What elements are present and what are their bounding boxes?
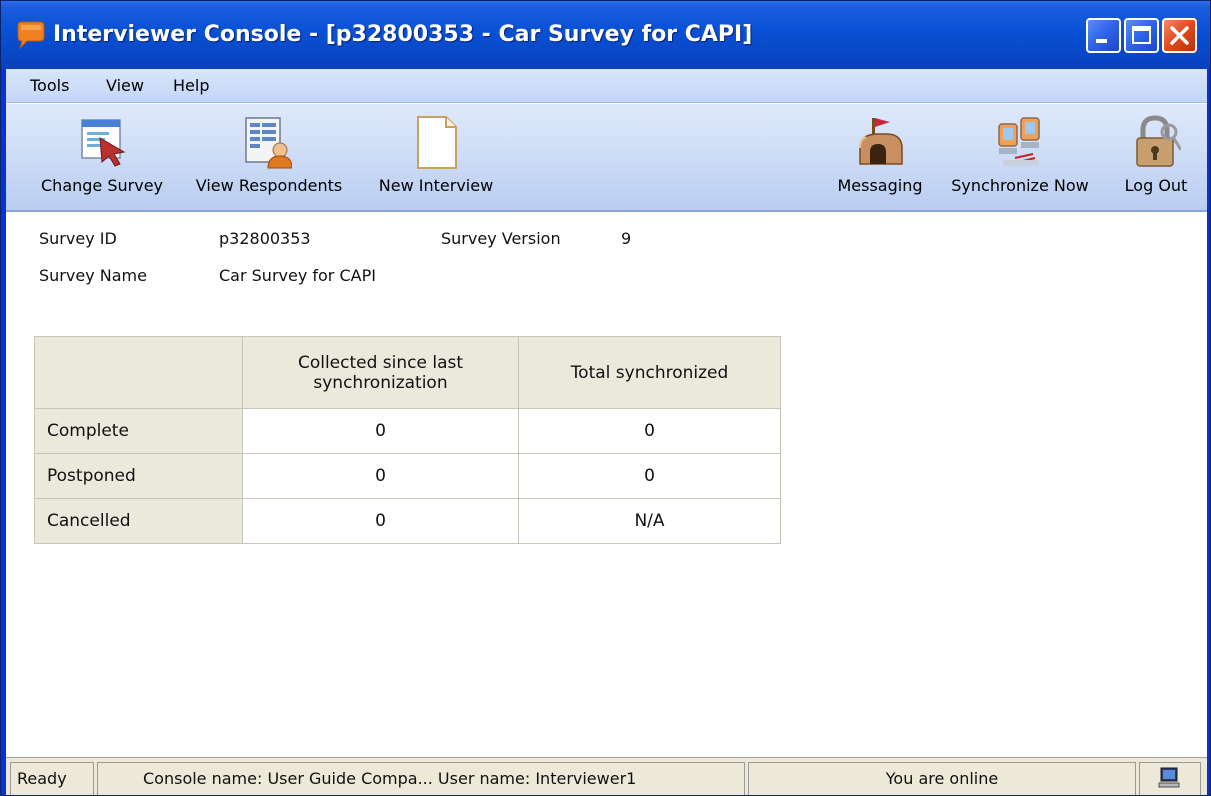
synchronize-now-label: Synchronize Now [951,176,1089,195]
survey-panel: Survey ID p32800353 Survey Version 9 Sur… [6,214,1207,757]
mailbox-icon [859,118,903,165]
menu-bar: Tools View Help [6,69,1207,103]
log-out-label: Log Out [1124,176,1188,195]
view-respondents-label: View Respondents [195,176,343,195]
minimize-button[interactable] [1086,18,1121,53]
menu-view[interactable]: View [106,69,144,103]
status-online: You are online [748,762,1136,795]
cancelled-total-value: N/A [518,498,781,544]
synchronization-stats-table: Collected since last synchronization Tot… [34,336,781,544]
client-area: Tools View Help Change Survey View Respo… [6,69,1207,795]
log-out-button[interactable]: Log Out [1114,104,1198,208]
close-button[interactable] [1162,18,1197,53]
change-survey-icon [81,119,126,167]
table-header-row: Collected since last synchronization Tot… [34,336,781,409]
survey-version-value: 9 [621,229,632,248]
window-title: Interviewer Console - [p32800353 - Car S… [53,22,753,47]
postponed-total-value: 0 [518,453,781,499]
view-respondents-button[interactable]: View Respondents [186,104,352,208]
survey-name-label: Survey Name [39,266,147,285]
complete-total-value: 0 [518,408,781,454]
close-icon [1170,26,1189,45]
table-row-postponed: Postponed 0 0 [34,453,781,499]
status-console-user: Console name: User Guide Compa... User n… [97,762,745,795]
messaging-label: Messaging [837,176,923,195]
change-survey-button[interactable]: Change Survey [32,104,172,208]
status-connection [1139,762,1201,795]
status-bar: Ready Console name: User Guide Compa... … [6,757,1207,795]
row-label-postponed: Postponed [34,453,243,499]
row-label-complete: Complete [34,408,243,454]
new-interview-button[interactable]: New Interview [370,104,502,208]
cancelled-collected-value: 0 [242,498,519,544]
messaging-button[interactable]: Messaging [832,104,928,208]
title-bar[interactable]: Interviewer Console - [p32800353 - Car S… [1,1,1210,69]
survey-id-value: p32800353 [219,229,311,248]
maximize-button[interactable] [1124,18,1159,53]
app-window: Interviewer Console - [p32800353 - Car S… [0,0,1211,796]
table-row-cancelled: Cancelled 0 N/A [34,498,781,544]
row-label-cancelled: Cancelled [34,498,243,544]
survey-name-value: Car Survey for CAPI [219,266,376,285]
column-header-total: Total synchronized [518,336,781,409]
survey-id-label: Survey ID [39,229,117,248]
table-row-complete: Complete 0 0 [34,408,781,454]
toolbar: Change Survey View Respondents New Inter… [6,104,1207,212]
new-document-icon [417,116,457,169]
chat-bubble-icon [17,21,45,49]
status-ready: Ready [10,762,94,795]
complete-collected-value: 0 [242,408,519,454]
synchronize-icon [998,117,1040,166]
change-survey-label: Change Survey [41,176,163,195]
padlock-icon [1136,115,1181,167]
computer-icon [1158,767,1180,788]
menu-help[interactable]: Help [173,69,209,103]
maximize-icon [1132,26,1151,44]
menu-tools[interactable]: Tools [30,69,69,103]
minimize-icon [1096,39,1107,43]
new-interview-label: New Interview [378,176,494,195]
synchronize-now-button[interactable]: Synchronize Now [940,104,1100,208]
view-respondents-icon [245,117,292,169]
column-header-collected: Collected since last synchronization [242,336,519,409]
postponed-collected-value: 0 [242,453,519,499]
column-header-empty [34,336,243,409]
survey-version-label: Survey Version [441,229,561,248]
